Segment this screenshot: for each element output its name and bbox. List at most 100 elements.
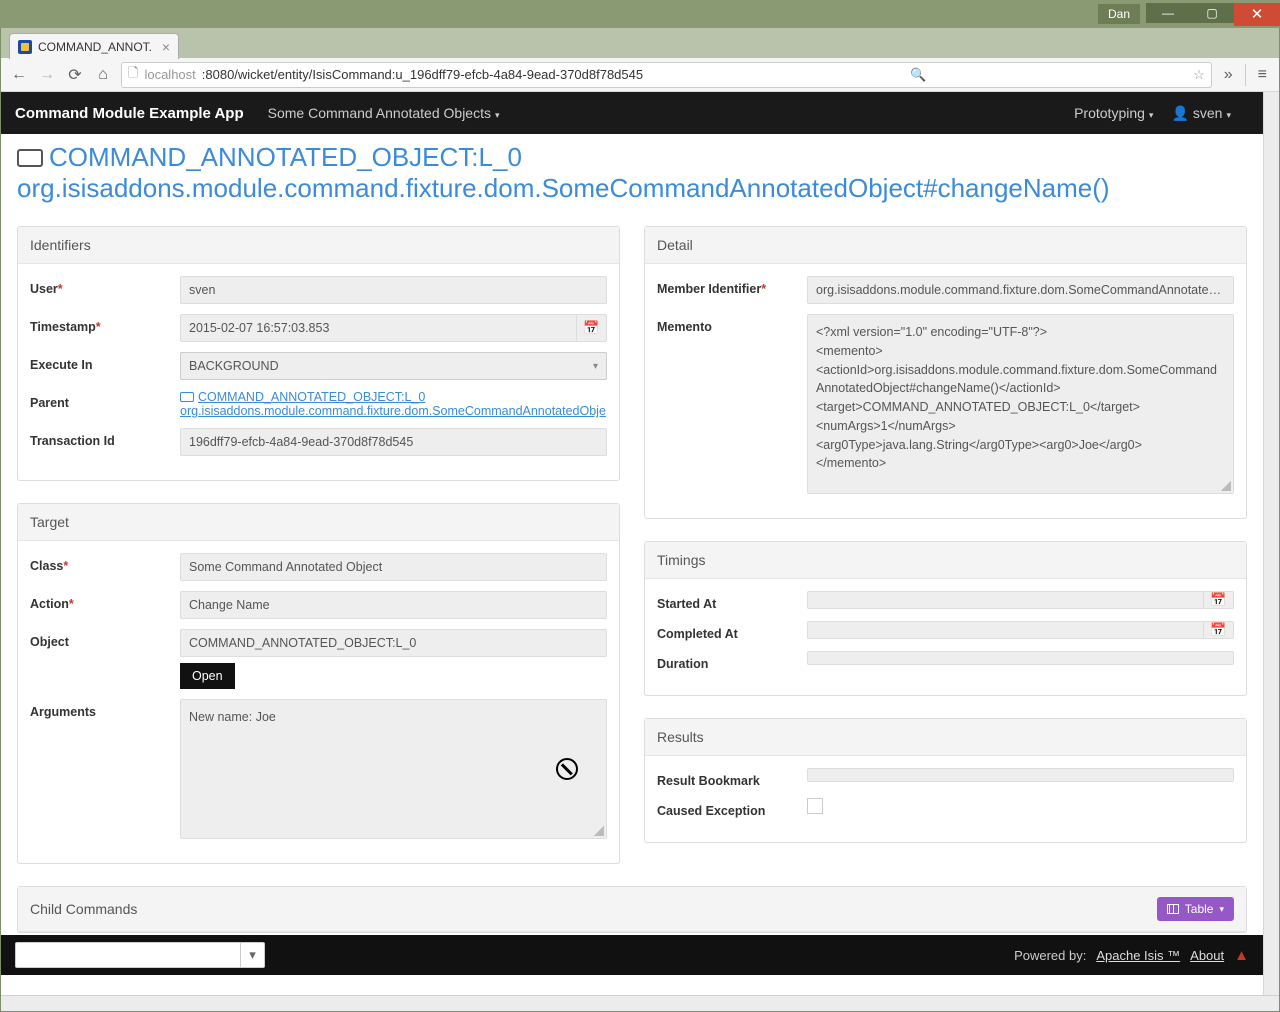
label-action: Action* [30,591,180,611]
label-user: User* [30,276,180,296]
no-drop-cursor-icon [556,758,578,780]
label-caused-exception: Caused Exception [657,798,807,818]
resize-grip-icon[interactable] [594,826,604,836]
tab-title: COMMAND_ANNOT. [38,40,156,54]
chevron-down-icon: ▾ [1219,904,1224,915]
calendar-icon[interactable]: 📅 [577,314,607,342]
bookmark-star-icon[interactable]: ☆ [1193,67,1205,83]
forward-button[interactable]: → [37,66,57,84]
panel-identifiers: Identifiers User* sven Timestamp* [17,226,620,481]
page-icon: 🗋 [128,64,138,86]
window-close-button[interactable]: ✕ [1234,3,1280,26]
hamburger-menu-button[interactable]: ≡ [1254,66,1271,84]
chevron-down-icon: ▾ [495,110,500,120]
field-completed-at [807,621,1204,639]
nav-prototyping[interactable]: Prototyping ▾ [1074,105,1153,121]
field-user: sven [180,276,607,304]
chevron-down-icon: ▾ [1226,110,1231,120]
horizontal-scrollbar[interactable] [1,995,1279,1011]
label-execute-in: Execute In [30,352,180,372]
label-started-at: Started At [657,591,807,611]
page-title-line1: COMMAND_ANNOTATED_OBJECT:L_0 [17,142,1247,173]
page-title-object: COMMAND_ANNOTATED_OBJECT:L_0 [49,142,522,173]
label-member-identifier: Member Identifier* [657,276,807,296]
about-link[interactable]: About [1190,948,1224,963]
parent-link-line2[interactable]: org.isisaddons.module.command.fixture.do… [180,404,607,418]
panel-results: Results Result Bookmark Caused Exception [644,718,1247,843]
chevron-down-icon: ▾ [240,943,264,967]
browser-tab[interactable]: COMMAND_ANNOT. × [9,33,179,59]
url-host: localhost [144,67,195,82]
os-user-badge: Dan [1098,4,1140,24]
select-value: BACKGROUND [189,359,279,373]
app-brand[interactable]: Command Module Example App [15,105,244,122]
calendar-icon[interactable]: 📅 [1204,621,1234,639]
label-parent: Parent [30,390,180,410]
parent-link-line1[interactable]: COMMAND_ANNOTATED_OBJECT:L_0 [198,390,425,404]
divider [1245,64,1246,86]
label-timestamp: Timestamp* [30,314,180,334]
open-button[interactable]: Open [180,663,235,689]
nav-item-label: Some Command Annotated Objects [268,105,491,121]
vertical-scrollbar[interactable] [1263,92,1279,995]
checkbox-caused-exception[interactable] [807,798,823,814]
browser-toolbar: ← → ⟳ ⌂ 🗋 localhost :8080/wicket/entity/I… [1,58,1279,92]
field-timestamp: 2015-02-07 16:57:03.853 [180,314,577,342]
window-maximize-button[interactable]: ▢ [1190,3,1234,23]
resize-grip-icon[interactable] [1221,481,1231,491]
url-path: :8080/wicket/entity/IsisCommand:u_196dff… [202,67,643,82]
home-button[interactable]: ⌂ [93,66,113,84]
table-view-button[interactable]: Table ▾ [1157,897,1234,921]
panel-heading: Results [645,719,1246,756]
label-result-bookmark: Result Bookmark [657,768,807,788]
app-footer: ▾ Powered by: Apache Isis ™ About ▲ [1,935,1263,975]
field-member-identifier: org.isisaddons.module.command.fixture.do… [807,276,1234,304]
label-transaction-id: Transaction Id [30,428,180,448]
search-icon[interactable]: 🔍 [910,67,926,83]
page-title-line2: org.isisaddons.module.command.fixture.do… [17,173,1247,204]
panel-child-commands: Child Commands Table ▾ [17,886,1247,933]
calendar-icon[interactable]: 📅 [1204,591,1234,609]
os-titlebar: Dan — ▢ ✕ [0,0,1280,28]
user-icon: 👤 [1171,105,1188,121]
nav-user-menu[interactable]: 👤 sven▾ [1171,105,1231,122]
panel-target: Target Class* Some Command Annotated Obj… [17,503,620,864]
apache-isis-link[interactable]: Apache Isis ™ [1096,948,1180,963]
chevron-down-icon: ▾ [1149,110,1154,120]
grid-icon [1167,904,1179,914]
field-action: Change Name [180,591,607,619]
nav-user-label: sven [1193,105,1223,121]
reload-button[interactable]: ⟳ [65,65,85,85]
field-object: COMMAND_ANNOTATED_OBJECT:L_0 [180,629,607,657]
panel-heading: Identifiers [18,227,619,264]
object-icon [180,392,194,402]
field-started-at [807,591,1204,609]
footer-dropdown[interactable]: ▾ [15,942,265,968]
label-completed-at: Completed At [657,621,807,641]
select-execute-in[interactable]: BACKGROUND ▾ [180,352,607,380]
field-result-bookmark [807,768,1234,782]
label-arguments: Arguments [30,699,180,719]
chevron-down-icon: ▾ [593,361,598,372]
field-duration [807,651,1234,665]
field-class: Some Command Annotated Object [180,553,607,581]
panel-heading: Timings [645,542,1246,579]
warning-icon[interactable]: ▲ [1234,947,1249,964]
field-transaction-id: 196dff79-efcb-4a84-9ead-370d8f78d545 [180,428,607,456]
close-icon[interactable]: × [162,39,170,55]
panel-heading: Child Commands [30,901,137,917]
nav-some-command-objects[interactable]: Some Command Annotated Objects ▾ [268,105,500,121]
app-navbar: Command Module Example App Some Command … [1,92,1263,134]
nav-item-label: Prototyping [1074,105,1145,121]
address-bar[interactable]: 🗋 localhost :8080/wicket/entity/IsisComma… [121,62,1212,88]
back-button[interactable]: ← [9,66,29,84]
button-label: Table [1185,902,1214,916]
label-memento: Memento [657,314,807,334]
label-class: Class* [30,553,180,573]
panel-detail: Detail Member Identifier* org.isisaddons… [644,226,1247,519]
panel-timings: Timings Started At 📅 Completed At 📅 [644,541,1247,696]
field-arguments: New name: Joe [180,699,607,839]
object-icon [17,149,43,167]
chevron-right-icon[interactable]: » [1220,66,1237,84]
window-minimize-button[interactable]: — [1146,3,1190,23]
